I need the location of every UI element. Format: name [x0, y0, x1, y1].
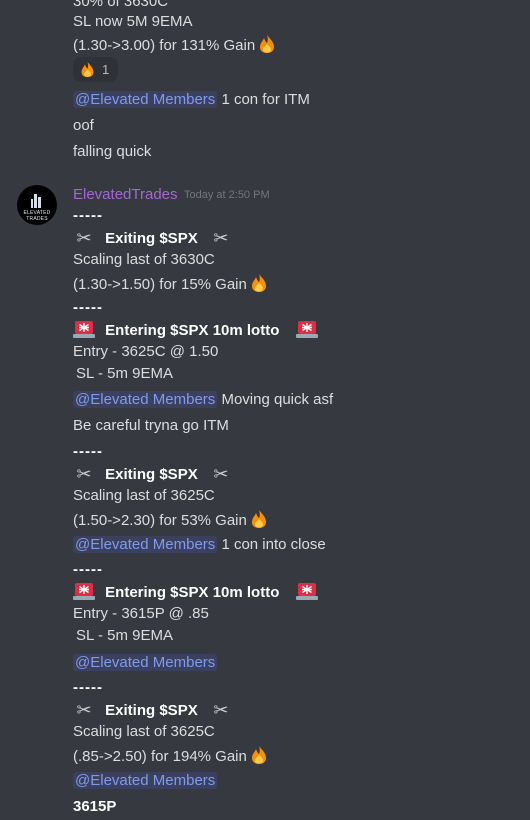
dash-separator: ----- [73, 443, 103, 460]
timestamp: Today at 2:50 PM [184, 189, 270, 201]
message-line: SL - 5m 9EMA [76, 365, 173, 382]
message-line: @Elevated Members Moving quick asf [73, 391, 334, 408]
message-line: Entry - 3615P @ .85 [73, 605, 209, 622]
message-line: Entering $SPX 10m lotto [73, 320, 318, 341]
message-line: (.85->2.50) for 194% Gain [73, 745, 269, 767]
fire-icon [249, 745, 269, 765]
message-line: Entry - 3625C @ 1.50 [73, 343, 219, 360]
fire-icon [79, 61, 96, 78]
dash-separator: ----- [73, 561, 103, 578]
message-line: SL now 5M 9EMA [73, 13, 193, 30]
message-line: 3615P [73, 798, 117, 815]
author-name[interactable]: ElevatedTrades [73, 186, 178, 203]
fire-icon [249, 273, 269, 293]
mention-link[interactable]: @Elevated Members [73, 536, 218, 553]
message-line: ✂ Exiting $SPX ✂ [73, 700, 232, 721]
mention-link[interactable]: @Elevated Members [73, 772, 218, 789]
siren-icon [295, 582, 318, 600]
dash-separator: ----- [73, 299, 103, 316]
fire-icon [249, 509, 269, 529]
avatar[interactable]: ELEVATED TRADES [17, 185, 57, 225]
fire-icon [257, 34, 277, 54]
scissors-icon: ✂ [76, 464, 92, 484]
message-line: ✂ Exiting $SPX ✂ [73, 228, 232, 249]
scissors-icon: ✂ [76, 228, 92, 248]
message-line: ✂ Exiting $SPX ✂ [73, 464, 232, 485]
avatar-label: ELEVATED TRADES [23, 210, 51, 222]
fire-reaction-button[interactable]: 1 [73, 57, 118, 82]
message-line: SL - 5m 9EMA [76, 627, 173, 644]
message-line: falling quick [73, 143, 152, 160]
message-line: Scaling last of 3630C [73, 251, 215, 268]
message-line: @Elevated Members [73, 771, 218, 791]
scissors-icon: ✂ [76, 700, 92, 720]
siren-icon [73, 320, 95, 338]
message-line: 30% of 3630C [73, 0, 169, 10]
siren-icon [73, 582, 95, 600]
message-line: Scaling last of 3625C [73, 487, 215, 504]
message-line: Be careful tryna go ITM [73, 417, 229, 434]
message-line: (1.50->2.30) for 53% Gain [73, 509, 269, 531]
message-line: Entering $SPX 10m lotto [73, 582, 318, 603]
mention-link[interactable]: @Elevated Members [73, 391, 218, 408]
dash-separator: ----- [73, 207, 103, 224]
message-line: (1.30->3.00) for 131% Gain [73, 34, 277, 56]
dash-separator: ----- [73, 679, 103, 696]
message-line: Scaling last of 3625C [73, 723, 215, 740]
scissors-icon: ✂ [213, 228, 229, 248]
mention-link[interactable]: @Elevated Members [73, 91, 218, 108]
mention-link[interactable]: @Elevated Members [73, 654, 218, 671]
message-line: (1.30->1.50) for 15% Gain [73, 273, 269, 295]
message-line: @Elevated Members 1 con into close [73, 536, 326, 553]
message-line: @Elevated Members [73, 653, 218, 673]
scissors-icon: ✂ [213, 700, 229, 720]
message-line: @Elevated Members 1 con for ITM [73, 91, 310, 108]
reaction-count: 1 [102, 62, 110, 77]
scissors-icon: ✂ [213, 464, 229, 484]
siren-icon [295, 320, 318, 338]
message-line: oof [73, 117, 94, 134]
